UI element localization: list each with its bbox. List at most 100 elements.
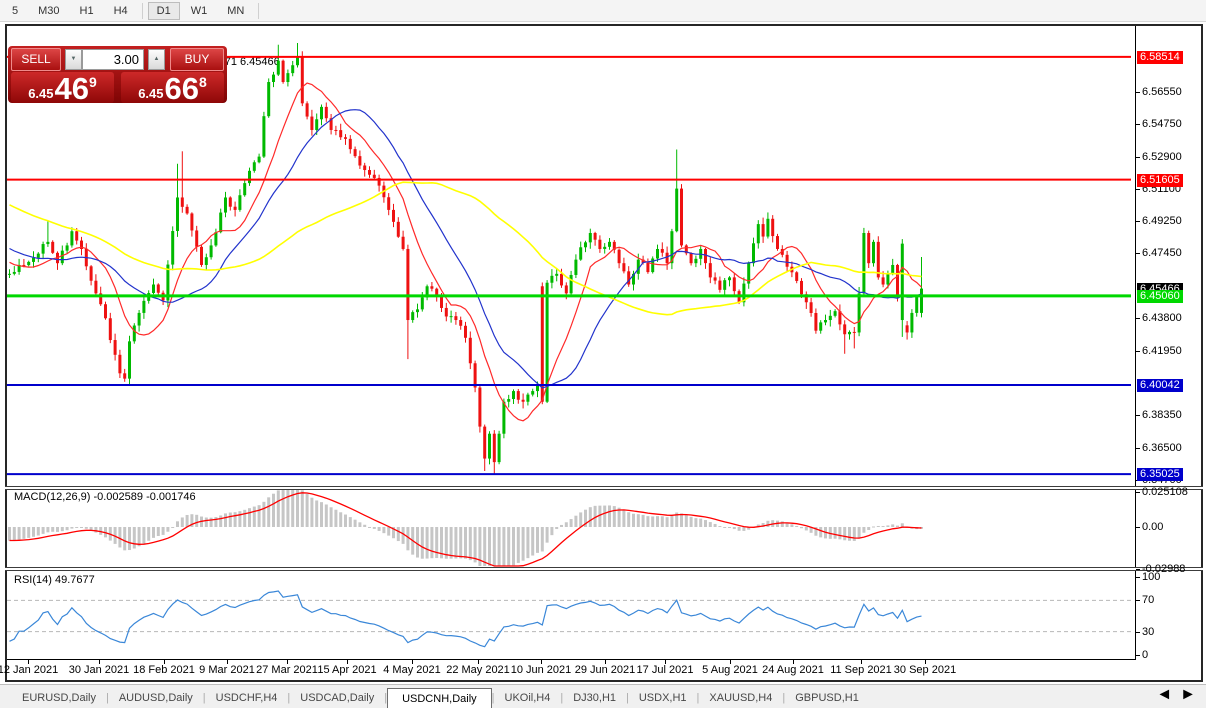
- chart-tab-usdx-h1[interactable]: USDX,H1: [629, 688, 697, 708]
- volume-increase-button[interactable]: ▲: [148, 49, 165, 70]
- price-level-label: 6.40042: [1137, 379, 1183, 392]
- chart-tab-eurusd-daily[interactable]: EURUSD,Daily: [12, 688, 106, 708]
- rsi-splitter[interactable]: [5, 567, 1203, 571]
- candle-body: [550, 276, 553, 283]
- macd-bar: [642, 515, 645, 527]
- chart-tab-gbpusd-h1[interactable]: GBPUSD,H1: [785, 688, 869, 708]
- macd-bar: [670, 516, 673, 527]
- macd-bar: [469, 527, 472, 560]
- rsi-scale-label: 0: [1142, 649, 1148, 661]
- candle-body: [896, 265, 899, 297]
- timeframe-button-M30[interactable]: M30: [29, 2, 68, 20]
- macd-bar: [123, 527, 126, 550]
- candle-body: [474, 363, 477, 387]
- macd-bar: [858, 527, 861, 539]
- candle-body: [570, 275, 573, 293]
- price-tick: [1136, 157, 1140, 158]
- price-level-label: 6.45060: [1137, 290, 1183, 303]
- volume-decrease-button[interactable]: ▼: [65, 49, 82, 70]
- candle-body: [186, 207, 189, 214]
- candle-body: [574, 260, 577, 275]
- timeframe-button-W1[interactable]: W1: [182, 2, 217, 20]
- macd-bar: [733, 527, 736, 529]
- date-label: 30 Jan 2021: [69, 664, 130, 676]
- candle-body: [354, 149, 357, 156]
- chart-tab-usdcad-daily[interactable]: USDCAD,Daily: [290, 688, 384, 708]
- tab-scroll-left-icon[interactable]: ◄: [1156, 686, 1172, 704]
- buy-price-display[interactable]: 6.45 66 8: [121, 72, 224, 103]
- price-level-label: 6.51605: [1137, 174, 1183, 187]
- timeframe-button-5[interactable]: 5: [3, 2, 27, 20]
- chart-tab-usdcnh-daily[interactable]: USDCNH,Daily: [387, 688, 492, 708]
- chart-tab-xauusd-h4[interactable]: XAUUSD,H4: [699, 688, 782, 708]
- macd-bar: [608, 505, 611, 527]
- macd-bar: [834, 527, 837, 539]
- candle-body: [795, 272, 798, 281]
- chart-tab-usdchf-h4[interactable]: USDCHF,H4: [206, 688, 288, 708]
- date-label: 10 Jun 2021: [511, 664, 572, 676]
- candle-body: [262, 116, 265, 156]
- candle-body: [291, 65, 294, 73]
- macd-bar: [61, 527, 64, 531]
- timeframe-button-H1[interactable]: H1: [71, 2, 103, 20]
- macd-bar: [694, 518, 697, 527]
- candle-body: [238, 195, 241, 210]
- macd-bar: [565, 522, 568, 527]
- price-tick: [1136, 189, 1140, 190]
- candle-body: [771, 219, 774, 236]
- timeframe-button-D1[interactable]: D1: [148, 2, 180, 20]
- macd-bar: [862, 527, 865, 533]
- macd-bar: [363, 525, 366, 527]
- macd-bar: [502, 527, 505, 566]
- sell-button[interactable]: SELL: [11, 48, 61, 71]
- macd-bar: [843, 527, 846, 540]
- chart-canvas[interactable]: [7, 26, 1131, 659]
- macd-bar: [51, 527, 54, 532]
- chart-tab-audusd-daily[interactable]: AUDUSD,Daily: [109, 688, 203, 708]
- candle-body: [190, 213, 193, 230]
- candle-body: [853, 332, 856, 333]
- candle-body: [589, 233, 592, 242]
- sell-price-sup: 9: [89, 74, 97, 90]
- candle-body: [315, 119, 318, 130]
- macd-bar: [27, 527, 30, 538]
- chart-tab-ukoil-h4[interactable]: UKOil,H4: [495, 688, 561, 708]
- candle-body: [46, 242, 49, 244]
- candle-body: [666, 253, 669, 263]
- macd-splitter[interactable]: [5, 486, 1203, 490]
- candle-body: [267, 82, 270, 116]
- candle-body: [272, 75, 275, 82]
- candle-body: [728, 277, 731, 280]
- macd-bar: [560, 525, 563, 527]
- candle-body: [829, 316, 832, 320]
- candle-body: [133, 326, 136, 342]
- candle-body: [421, 297, 424, 309]
- candle-body: [858, 293, 861, 332]
- date-label: 15 Apr 2021: [317, 664, 376, 676]
- tab-scroll-right-icon[interactable]: ►: [1180, 686, 1196, 704]
- tab-nav[interactable]: ◄►: [1156, 686, 1206, 708]
- macd-bar: [613, 506, 616, 527]
- macd-bar: [838, 527, 841, 539]
- volume-input[interactable]: 3.00: [82, 49, 144, 70]
- buy-button[interactable]: BUY: [170, 48, 224, 71]
- sell-price-big: 46: [55, 75, 89, 102]
- candle-body: [128, 341, 131, 378]
- timeframe-button-H4[interactable]: H4: [105, 2, 137, 20]
- macd-bar: [426, 527, 429, 559]
- buy-price-big: 66: [165, 75, 199, 102]
- price-tick: [1136, 124, 1140, 125]
- candle-body: [210, 245, 213, 257]
- price-tick: [1136, 448, 1140, 449]
- timeframe-button-MN[interactable]: MN: [218, 2, 253, 20]
- rsi-scale-label: 30: [1142, 626, 1154, 638]
- candle-body: [675, 189, 678, 232]
- sell-price-display[interactable]: 6.45 46 9: [11, 72, 114, 103]
- price-tick-label: 6.43800: [1142, 312, 1182, 324]
- macd-bar: [416, 527, 419, 558]
- price-tick-label: 6.36500: [1142, 442, 1182, 454]
- candle-body: [690, 253, 693, 263]
- candle-body: [152, 285, 155, 294]
- chart-tab-dj30-h1[interactable]: DJ30,H1: [563, 688, 626, 708]
- macd-bar: [210, 518, 213, 527]
